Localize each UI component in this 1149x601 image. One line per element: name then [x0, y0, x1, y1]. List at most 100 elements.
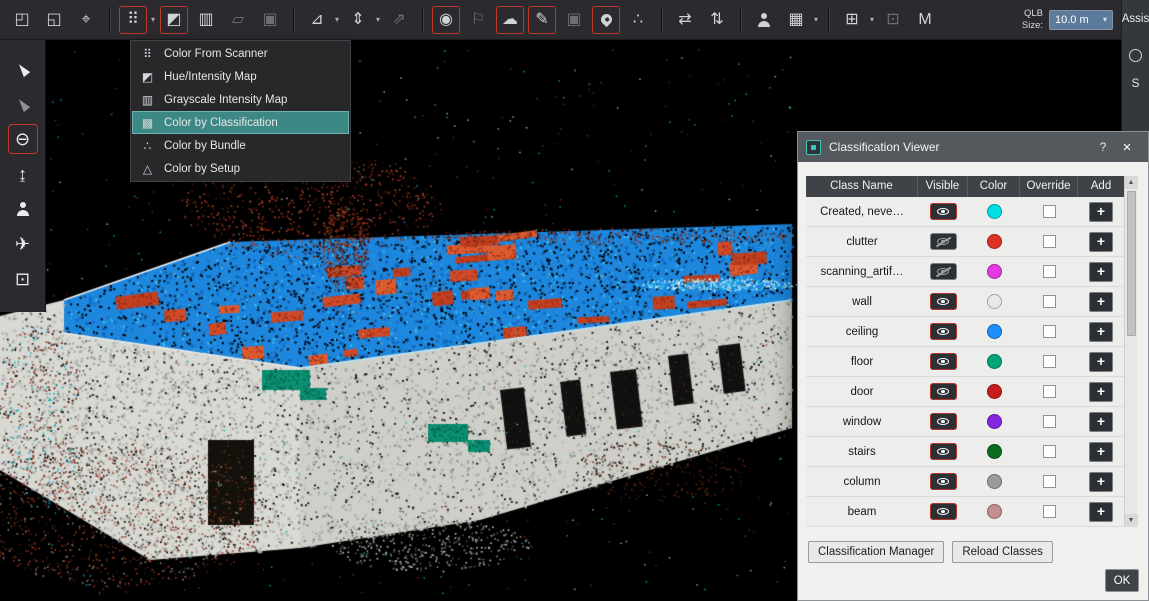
- reload-classes-button[interactable]: Reload Classes: [952, 541, 1053, 563]
- dialog-titlebar[interactable]: Classification Viewer ? ×: [798, 132, 1148, 162]
- registration-target-button[interactable]: ◉: [432, 6, 460, 34]
- hue-intensity-map-button[interactable]: ◩: [160, 6, 188, 34]
- color-swatch[interactable]: [987, 504, 1002, 519]
- add-class-button[interactable]: +: [1089, 442, 1113, 462]
- override-checkbox[interactable]: [1043, 475, 1056, 488]
- point-cloud-button[interactable]: ☁: [496, 6, 524, 34]
- visibility-toggle[interactable]: [930, 203, 957, 220]
- color-swatch[interactable]: [987, 324, 1002, 339]
- fly-mode-button[interactable]: ✈: [8, 229, 38, 259]
- override-checkbox[interactable]: [1043, 505, 1056, 518]
- transform-points-button[interactable]: ⇄: [671, 6, 699, 34]
- visibility-toggle[interactable]: [930, 443, 957, 460]
- scroll-up-button[interactable]: ▲: [1125, 176, 1138, 189]
- distribute-level-button[interactable]: ⇅: [703, 6, 731, 34]
- screenshot-camera-button[interactable]: ▣: [560, 6, 588, 34]
- visibility-toggle[interactable]: [930, 233, 957, 250]
- measure-vertical-dropdown-icon[interactable]: ▾: [376, 15, 380, 24]
- add-class-button[interactable]: +: [1089, 502, 1113, 522]
- visibility-toggle[interactable]: [930, 413, 957, 430]
- export-view-button[interactable]: ◰: [8, 6, 36, 34]
- image-view-button[interactable]: ▣: [256, 6, 284, 34]
- visibility-toggle[interactable]: [930, 353, 957, 370]
- visibility-toggle[interactable]: [930, 263, 957, 280]
- color-swatch[interactable]: [987, 234, 1002, 249]
- walkthrough-user-button[interactable]: [750, 6, 778, 34]
- select-special-button[interactable]: [8, 89, 38, 119]
- panorama-view-button[interactable]: ▱: [224, 6, 252, 34]
- grayscale-intensity-map-button[interactable]: ▥: [192, 6, 220, 34]
- location-pin-button[interactable]: [592, 6, 620, 34]
- menu-item-color-by-classification[interactable]: ▩Color by Classification: [132, 111, 349, 134]
- qlb-size-select[interactable]: 10.0 m ▾: [1049, 10, 1113, 30]
- walk-mode-button[interactable]: [8, 194, 38, 224]
- visibility-toggle[interactable]: [930, 503, 957, 520]
- pan-elevation-button[interactable]: ↨: [8, 159, 38, 189]
- volume-box-button[interactable]: ⊡: [879, 6, 907, 34]
- color-swatch[interactable]: [987, 384, 1002, 399]
- scrollbar-thumb[interactable]: [1127, 191, 1136, 336]
- ok-button[interactable]: OK: [1105, 569, 1139, 592]
- add-class-button[interactable]: +: [1089, 472, 1113, 492]
- help-button[interactable]: ?: [1092, 140, 1114, 154]
- measure-vertical-button[interactable]: ⇕▾: [344, 6, 372, 34]
- add-class-button[interactable]: +: [1089, 382, 1113, 402]
- color-swatch[interactable]: [987, 474, 1002, 489]
- measure-dropdown-icon[interactable]: ▾: [335, 15, 339, 24]
- clip-box-button[interactable]: ⊞▾: [838, 6, 866, 34]
- selection-grid-button[interactable]: ▦▾: [782, 6, 810, 34]
- assistant-icon[interactable]: [1129, 49, 1142, 62]
- scroll-down-button[interactable]: ▼: [1125, 514, 1138, 527]
- add-class-button[interactable]: +: [1089, 412, 1113, 432]
- color-swatch[interactable]: [987, 264, 1002, 279]
- visibility-toggle[interactable]: [930, 383, 957, 400]
- menu-item-color-by-setup[interactable]: △Color by Setup: [132, 157, 349, 180]
- add-class-button[interactable]: +: [1089, 322, 1113, 342]
- selection-grid-dropdown-icon[interactable]: ▾: [814, 15, 818, 24]
- visibility-toggle[interactable]: [930, 323, 957, 340]
- color-from-scanner-button[interactable]: ⠿▾: [119, 6, 147, 34]
- annotation-tag-button[interactable]: ⚐: [464, 6, 492, 34]
- measure-button[interactable]: ⊿▾: [303, 6, 331, 34]
- menu-item-hue-intensity-map[interactable]: ◩Hue/Intensity Map: [132, 65, 349, 88]
- color-swatch[interactable]: [987, 354, 1002, 369]
- visibility-toggle[interactable]: [930, 293, 957, 310]
- duplicate-view-button[interactable]: ◱: [40, 6, 68, 34]
- model-box-button[interactable]: M: [911, 6, 939, 34]
- menu-item-color-from-scanner[interactable]: ⠿Color From Scanner: [132, 42, 349, 65]
- clipping-box-button[interactable]: ⊡: [8, 264, 38, 294]
- add-class-button[interactable]: +: [1089, 232, 1113, 252]
- add-class-button[interactable]: +: [1089, 262, 1113, 282]
- color-swatch[interactable]: [987, 204, 1002, 219]
- clip-box-dropdown-icon[interactable]: ▾: [870, 15, 874, 24]
- color-swatch[interactable]: [987, 414, 1002, 429]
- override-checkbox[interactable]: [1043, 385, 1056, 398]
- override-checkbox[interactable]: [1043, 355, 1056, 368]
- add-class-button[interactable]: +: [1089, 292, 1113, 312]
- add-class-button[interactable]: +: [1089, 202, 1113, 222]
- menu-item-grayscale-intensity-map[interactable]: ▥Grayscale Intensity Map: [132, 88, 349, 111]
- override-checkbox[interactable]: [1043, 295, 1056, 308]
- assistant-panel-title[interactable]: Assis: [1122, 13, 1149, 25]
- close-button[interactable]: ×: [1114, 139, 1140, 156]
- color-swatch[interactable]: [987, 294, 1002, 309]
- select-button[interactable]: [8, 54, 38, 84]
- scan-bundle-button[interactable]: ∴: [624, 6, 652, 34]
- color-from-scanner-dropdown-icon[interactable]: ▾: [151, 15, 155, 24]
- override-checkbox[interactable]: [1043, 235, 1056, 248]
- override-checkbox[interactable]: [1043, 325, 1056, 338]
- zoom-region-button[interactable]: ⌖: [72, 6, 100, 34]
- visibility-toggle[interactable]: [930, 473, 957, 490]
- override-checkbox[interactable]: [1043, 205, 1056, 218]
- override-checkbox[interactable]: [1043, 265, 1056, 278]
- classification-manager-button[interactable]: Classification Manager: [808, 541, 944, 563]
- override-checkbox[interactable]: [1043, 445, 1056, 458]
- table-scrollbar[interactable]: ▲ ▼: [1124, 176, 1137, 527]
- markup-pen-button[interactable]: ✎: [528, 6, 556, 34]
- measure-pick-button[interactable]: ⇗: [385, 6, 413, 34]
- override-checkbox[interactable]: [1043, 415, 1056, 428]
- orbit-button[interactable]: ⊖: [8, 124, 38, 154]
- color-swatch[interactable]: [987, 444, 1002, 459]
- add-class-button[interactable]: +: [1089, 352, 1113, 372]
- menu-item-color-by-bundle[interactable]: ∴Color by Bundle: [132, 134, 349, 157]
